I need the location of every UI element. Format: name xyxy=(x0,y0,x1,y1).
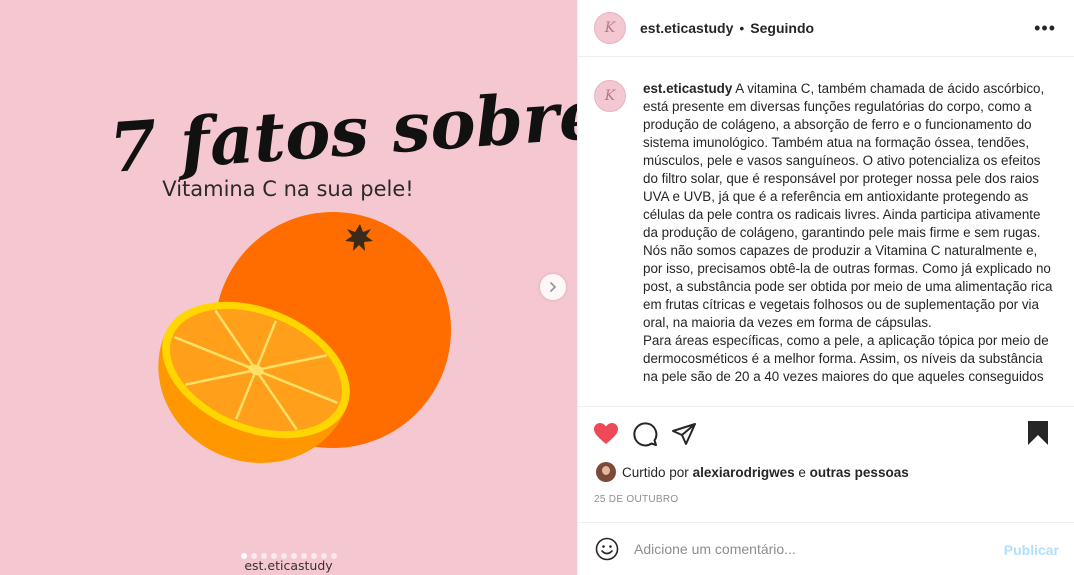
share-button[interactable] xyxy=(670,420,698,448)
comment-button[interactable] xyxy=(631,420,659,448)
like-button[interactable] xyxy=(592,420,620,448)
likes-prefix: Curtido por xyxy=(622,464,689,480)
chevron-right-icon xyxy=(550,282,557,292)
publish-button[interactable]: Publicar xyxy=(1004,542,1059,558)
caption-scroll-area[interactable]: K est.eticastudy A vitamina C, também ch… xyxy=(578,58,1074,404)
smiley-icon xyxy=(595,537,619,561)
comment-input[interactable] xyxy=(634,541,994,557)
post-image[interactable]: 7 fatos sobre Vitamina C na sua pele! es… xyxy=(0,0,577,575)
send-icon xyxy=(672,422,696,445)
caption-text: est.eticastudy A vitamina C, também cham… xyxy=(643,80,1055,386)
caption-paragraph-2: Para áreas específicas, como a pele, a a… xyxy=(643,333,1049,384)
caption-username-link[interactable]: est.eticastudy xyxy=(643,81,732,96)
action-bar xyxy=(578,406,1074,460)
caption-avatar[interactable]: K xyxy=(594,80,626,112)
avatar[interactable]: K xyxy=(594,12,626,44)
post-image-handle: est.eticastudy xyxy=(244,558,333,573)
save-button[interactable] xyxy=(1024,419,1052,447)
comment-icon xyxy=(633,421,658,446)
post-title-script: 7 fatos sobre xyxy=(107,75,577,189)
follow-status-button[interactable]: Seguindo xyxy=(750,20,814,36)
liker-avatar[interactable] xyxy=(596,462,616,482)
header-username-link[interactable]: est.eticastudy xyxy=(640,20,733,36)
header-separator: • xyxy=(739,20,745,36)
likes-others-link[interactable]: outras pessoas xyxy=(810,465,909,480)
caption-paragraph-1: A vitamina C, também chamada de ácido as… xyxy=(643,81,1053,330)
likes-summary: Curtido por alexiarodrigwes e outras pes… xyxy=(596,462,909,482)
comment-bar: Publicar xyxy=(578,522,1074,575)
liker-username-link[interactable]: alexiarodrigwes xyxy=(693,465,795,480)
caption-row: K est.eticastudy A vitamina C, também ch… xyxy=(594,80,1057,386)
post-subtitle: Vitamina C na sua pele! xyxy=(162,177,413,201)
likes-connector: e xyxy=(798,464,806,480)
emoji-button[interactable] xyxy=(594,536,620,562)
bookmark-filled-icon xyxy=(1028,421,1048,445)
post-sidebar: K est.eticastudy • Seguindo ••• K est.et… xyxy=(577,0,1074,575)
next-slide-button[interactable] xyxy=(540,274,566,300)
heart-filled-icon xyxy=(594,422,618,444)
post-date[interactable]: 25 DE OUTUBRO xyxy=(594,494,678,505)
post-header: K est.eticastudy • Seguindo ••• xyxy=(578,0,1074,57)
more-horizontal-icon[interactable]: ••• xyxy=(1034,18,1056,39)
post-illustration: 7 fatos sobre Vitamina C na sua pele! xyxy=(107,75,577,464)
